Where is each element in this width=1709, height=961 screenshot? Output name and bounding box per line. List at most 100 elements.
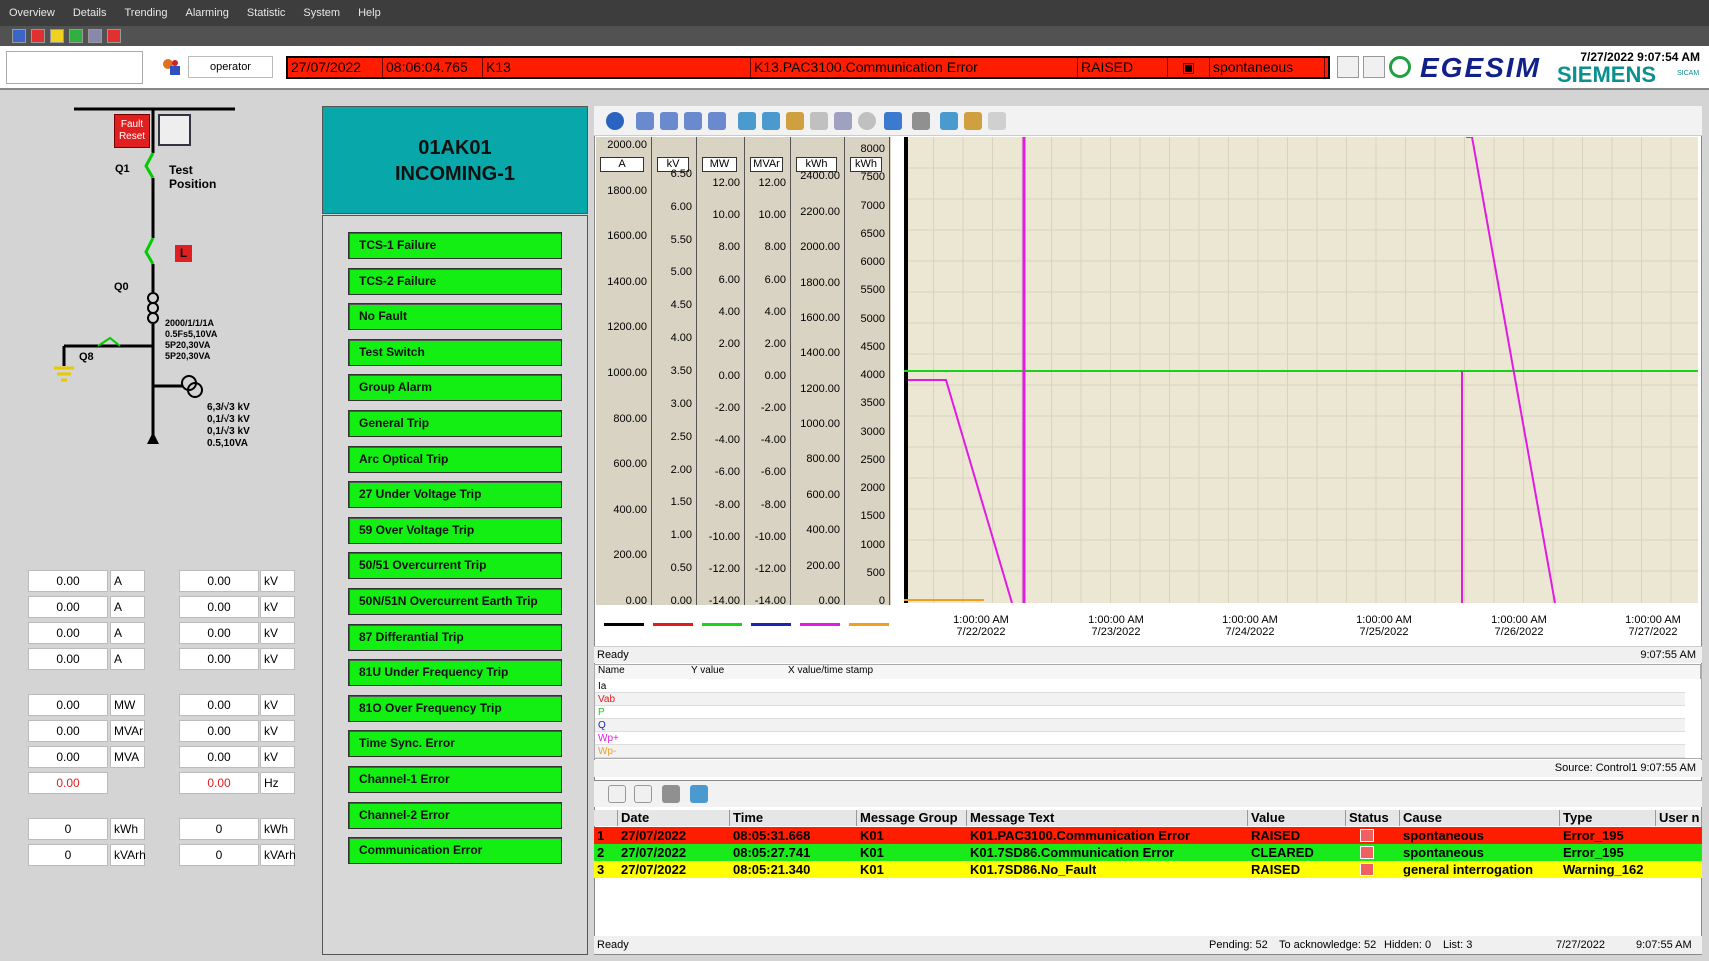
series-row[interactable]: Vab	[595, 693, 1685, 706]
status-button[interactable]: TCS-1 Failure	[348, 232, 562, 259]
value-box[interactable]: 0	[28, 818, 108, 840]
fault-reset-button[interactable]: Fault Reset	[114, 114, 150, 148]
value-box[interactable]: 0.00	[28, 720, 108, 742]
forward-icon[interactable]	[684, 112, 702, 130]
value-box[interactable]: 0.00	[28, 596, 108, 618]
vt-spec: 0,1/√3 kV	[207, 426, 250, 437]
value-box[interactable]: 0.00	[179, 694, 259, 716]
alarm-header[interactable]: Message Group	[857, 810, 967, 826]
alarm-icon[interactable]	[31, 29, 45, 43]
grid-icon[interactable]	[834, 112, 852, 130]
error-icon[interactable]	[107, 29, 121, 43]
first-icon[interactable]	[636, 112, 654, 130]
pause-icon[interactable]	[884, 112, 902, 130]
sync-icon[interactable]	[1389, 56, 1411, 78]
value-box[interactable]: 0.00	[179, 772, 259, 794]
alarm-header[interactable]: Cause	[1400, 810, 1560, 826]
series-row[interactable]: Wp+	[595, 732, 1685, 745]
timer-icon[interactable]	[858, 112, 876, 130]
print-icon[interactable]	[1363, 56, 1385, 78]
alarm-header[interactable]: Value	[1248, 810, 1346, 826]
value-box[interactable]: 0.00	[179, 570, 259, 592]
menu-statistic[interactable]: Statistic	[238, 7, 295, 19]
window-icon[interactable]	[12, 29, 26, 43]
series-row[interactable]: Wp-	[595, 745, 1685, 758]
status-button[interactable]: 87 Differantial Trip	[348, 623, 562, 651]
acknowledge-all-icon[interactable]	[634, 785, 652, 803]
series-row[interactable]: P	[595, 706, 1685, 719]
zoom-icon[interactable]	[738, 112, 756, 130]
checklist-icon[interactable]	[1337, 56, 1359, 78]
sort-icon[interactable]	[690, 785, 708, 803]
alarm-header[interactable]: Type	[1560, 810, 1656, 826]
warning-icon[interactable]	[50, 29, 64, 43]
value-box[interactable]: 0.00	[179, 746, 259, 768]
menu-details[interactable]: Details	[64, 7, 116, 19]
status-button[interactable]: Time Sync. Error	[348, 730, 562, 758]
alarm-row[interactable]: 2 27/07/2022 08:05:27.741 K01 K01.7SD86.Comm…	[594, 844, 1702, 861]
acknowledge-icon[interactable]	[608, 785, 626, 803]
alarm-header[interactable]: Date	[618, 810, 730, 826]
value-box[interactable]: 0	[179, 818, 259, 840]
value-box[interactable]: 0	[28, 844, 108, 866]
status-button[interactable]: 81O Over Frequency Trip	[348, 694, 562, 722]
relay-device-icon[interactable]	[158, 114, 191, 146]
value-box[interactable]: 0.00	[28, 622, 108, 644]
latest-alarm-bar[interactable]: 27/07/2022 08:06:04.765 K13 K13.PAC3100.…	[286, 56, 1330, 79]
interval-icon[interactable]	[964, 112, 982, 130]
status-button[interactable]: 27 Under Voltage Trip	[348, 481, 562, 509]
value-box[interactable]: 0.00	[179, 648, 259, 670]
print-icon[interactable]	[662, 785, 680, 803]
value-box[interactable]: 0.00	[28, 648, 108, 670]
menu-system[interactable]: System	[294, 7, 349, 19]
status-button[interactable]: General Trip	[348, 410, 562, 437]
menu-help[interactable]: Help	[349, 7, 390, 19]
alarm-header[interactable]: Status	[1346, 810, 1400, 826]
status-button[interactable]: 59 Over Voltage Trip	[348, 516, 562, 544]
menu-alarming[interactable]: Alarming	[176, 7, 237, 19]
refresh-icon[interactable]	[69, 29, 83, 43]
status-button[interactable]: 50N/51N Overcurrent Earth Trip	[348, 588, 562, 615]
alarm-row[interactable]: 1 27/07/2022 08:05:31.668 K01 K01.PAC3100.Co…	[594, 827, 1702, 844]
value-box[interactable]: 0.00	[28, 570, 108, 592]
print-icon[interactable]	[912, 112, 930, 130]
move-icon[interactable]	[762, 112, 780, 130]
value-box[interactable]: 0.00	[179, 596, 259, 618]
series-row[interactable]: Q	[595, 719, 1685, 732]
value-box[interactable]: 0.00	[28, 772, 108, 794]
value-box[interactable]: 0.00	[28, 746, 108, 768]
status-button[interactable]: Channel-1 Error	[348, 766, 562, 793]
user-field[interactable]	[6, 51, 143, 84]
status-button[interactable]: Group Alarm	[348, 374, 562, 402]
function-icon[interactable]	[988, 112, 1006, 130]
status-button[interactable]: TCS-2 Failure	[348, 267, 562, 295]
axis-icon[interactable]	[786, 112, 804, 130]
status-button[interactable]: Communication Error	[348, 837, 562, 865]
grid-icon[interactable]	[88, 29, 102, 43]
status-button[interactable]: Test Switch	[348, 338, 562, 366]
value-box[interactable]: 0	[179, 844, 259, 866]
user-icon[interactable]	[160, 57, 182, 77]
status-button[interactable]: Arc Optical Trip	[348, 445, 562, 473]
series-row[interactable]: Ia	[595, 680, 1685, 693]
status-button[interactable]: 50/51 Overcurrent Trip	[348, 552, 562, 580]
select-icon[interactable]	[810, 112, 828, 130]
back-icon[interactable]	[660, 112, 678, 130]
value-box[interactable]: 0.00	[28, 694, 108, 716]
alarm-header[interactable]: Message Text	[967, 810, 1248, 826]
alarm-header[interactable]: Time	[730, 810, 857, 826]
help-icon[interactable]	[606, 112, 624, 130]
value-box[interactable]: 0.00	[179, 622, 259, 644]
status-button[interactable]: 81U Under Frequency Trip	[348, 659, 562, 687]
status-button[interactable]: No Fault	[348, 303, 562, 331]
alarm-header[interactable]: User n	[1656, 810, 1702, 826]
value-box[interactable]: 0.00	[179, 720, 259, 742]
status-button[interactable]: Channel-2 Error	[348, 801, 562, 829]
last-icon[interactable]	[708, 112, 726, 130]
operator-field[interactable]: operator	[188, 56, 273, 78]
ruler-icon[interactable]	[940, 112, 958, 130]
menu-trending[interactable]: Trending	[115, 7, 176, 19]
trend-plot[interactable]	[904, 137, 1698, 603]
menu-overview[interactable]: Overview	[0, 7, 64, 19]
alarm-row[interactable]: 3 27/07/2022 08:05:21.340 K01 K01.7SD86.No_F…	[594, 861, 1702, 878]
